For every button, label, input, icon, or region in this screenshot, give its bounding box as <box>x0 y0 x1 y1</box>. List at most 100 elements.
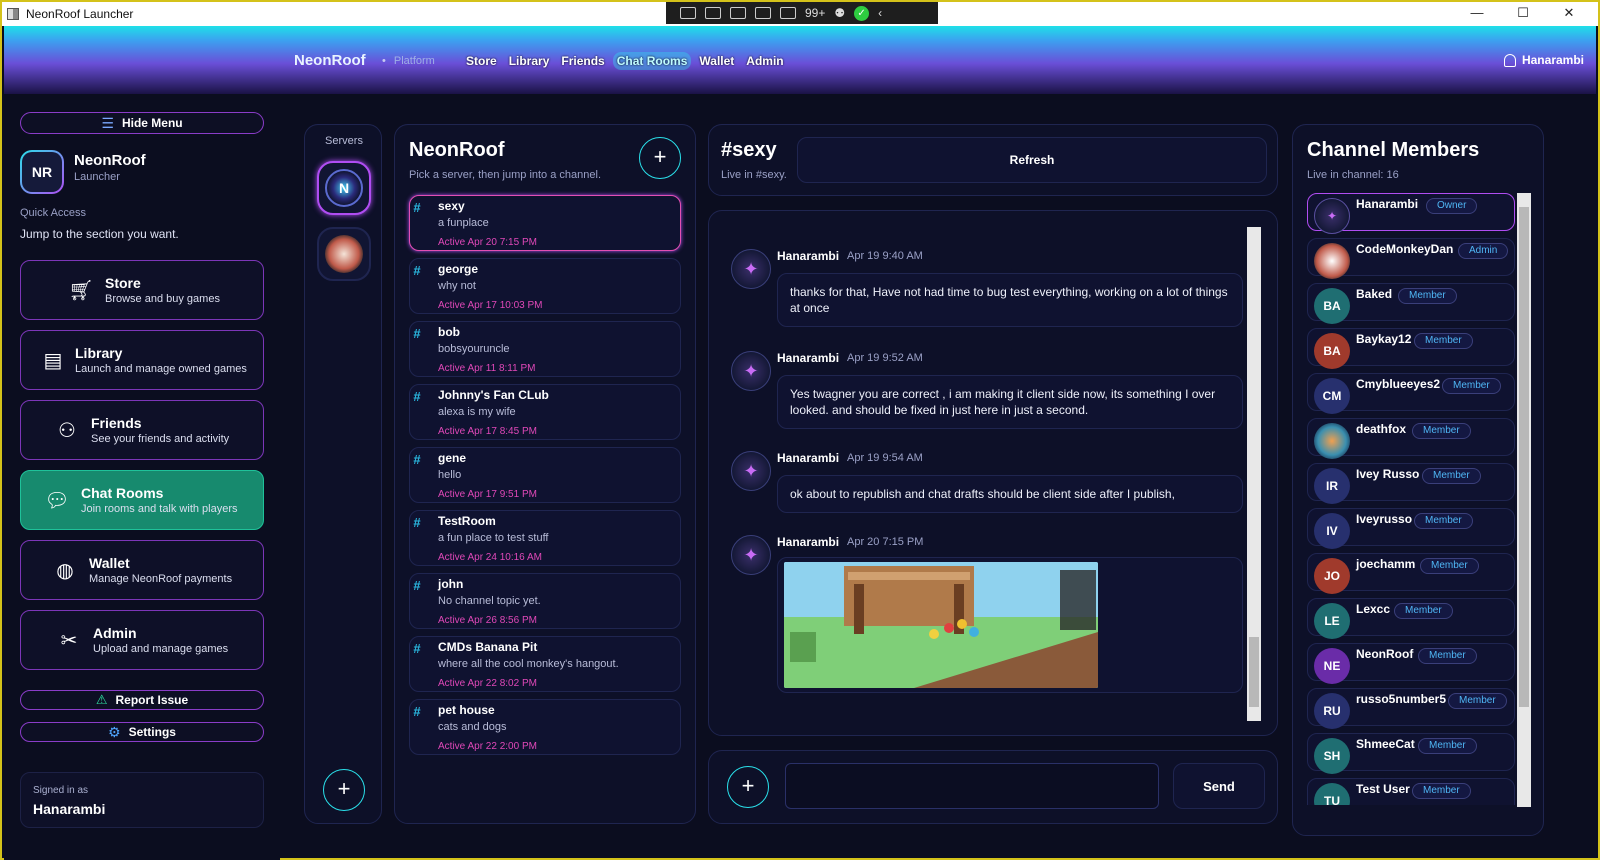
scrollbar-thumb[interactable] <box>1519 207 1529 707</box>
members-scrollbar[interactable] <box>1517 193 1531 807</box>
member-row[interactable]: deathfox Member <box>1307 418 1515 459</box>
author-avatar[interactable]: ✦ <box>731 351 771 391</box>
camera-icon[interactable] <box>705 7 721 19</box>
channel-item[interactable]: # TestRoom a fun place to test stuff Act… <box>409 510 681 566</box>
member-name: joechamm <box>1356 557 1416 571</box>
role-badge: Member <box>1394 603 1453 619</box>
channel-active: Active Apr 26 8:56 PM <box>438 615 537 626</box>
accessibility-icon[interactable]: ⚉ <box>834 6 845 20</box>
nav-chat-rooms[interactable]: Chat Rooms <box>612 52 692 70</box>
screen-icon[interactable] <box>780 7 796 19</box>
author-avatar[interactable]: ✦ <box>731 249 771 289</box>
nav-friends[interactable]: Friends <box>557 52 608 70</box>
member-row[interactable]: IV Iveyrusso Member <box>1307 508 1515 549</box>
channel-item[interactable]: # sexy a funplace Active Apr 20 7:15 PM <box>409 195 681 251</box>
hide-menu-label: Hide Menu <box>121 116 183 130</box>
member-row[interactable]: ✦ Hanarambi Owner <box>1307 193 1515 234</box>
channel-name: gene <box>438 451 467 465</box>
nav-store[interactable]: Store <box>462 52 501 70</box>
member-row[interactable]: JO joechamm Member <box>1307 553 1515 594</box>
author-avatar[interactable]: ✦ <box>731 451 771 491</box>
settings-button[interactable]: ⚙ Settings <box>20 722 264 742</box>
gear-icon: ⚙ <box>108 723 121 740</box>
member-row[interactable]: RU russo5number5 Member <box>1307 688 1515 729</box>
channels-title: NeonRoof <box>409 139 505 161</box>
message-input[interactable] <box>785 763 1159 809</box>
member-avatar: JO <box>1314 558 1350 594</box>
message-author[interactable]: Hanarambi <box>777 351 839 365</box>
channel-item[interactable]: # pet house cats and dogs Active Apr 22 … <box>409 699 681 755</box>
add-server-button[interactable]: + <box>323 769 365 811</box>
nav-admin[interactable]: Admin <box>742 52 787 70</box>
channel-item[interactable]: # Johnny's Fan CLub alexa is my wife Act… <box>409 384 681 440</box>
brand-name[interactable]: NeonRoof <box>294 52 366 69</box>
server-neonroof[interactable]: N <box>317 161 371 215</box>
tray-icon[interactable] <box>680 7 696 19</box>
member-row[interactable]: CodeMonkeyDan Admin <box>1307 238 1515 279</box>
check-icon[interactable]: ✓ <box>854 5 870 21</box>
maximize-button[interactable]: ☐ <box>1500 2 1546 24</box>
channel-item[interactable]: # george why not Active Apr 17 10:03 PM <box>409 258 681 314</box>
member-row[interactable]: LE Lexcc Member <box>1307 598 1515 639</box>
pointer-icon[interactable] <box>730 7 746 19</box>
sidebar-item-title: Admin <box>93 625 137 641</box>
member-row[interactable]: NE NeonRoof Member <box>1307 643 1515 684</box>
sidebar-item-wallet[interactable]: ◍ Wallet Manage NeonRoof payments <box>20 540 264 600</box>
launcher-window: NeonRoof Launcher 99+ ⚉ ✓ ‹ — ☐ ✕ NeonRo… <box>0 0 1600 860</box>
server-monkey[interactable] <box>317 227 371 281</box>
frame-icon[interactable] <box>755 7 771 19</box>
close-button[interactable]: ✕ <box>1546 2 1592 24</box>
member-row[interactable]: BA Baked Member <box>1307 283 1515 324</box>
minimize-button[interactable]: — <box>1454 2 1500 24</box>
member-row[interactable]: BA Baykay12 Member <box>1307 328 1515 369</box>
sidebar-item-chat-rooms[interactable]: 💬︎ Chat Rooms Join rooms and talk with p… <box>20 470 264 530</box>
role-badge: Member <box>1422 468 1481 484</box>
sidebar-item-library[interactable]: ▤ Library Launch and manage owned games <box>20 330 264 390</box>
author-avatar[interactable]: ✦ <box>731 535 771 575</box>
system-tray: 99+ ⚉ ✓ ‹ <box>666 2 938 24</box>
channel-item[interactable]: # gene hello Active Apr 17 9:51 PM <box>409 447 681 503</box>
report-issue-button[interactable]: ⚠ Report Issue <box>20 690 264 710</box>
sidebar-item-admin[interactable]: ✂ Admin Upload and manage games <box>20 610 264 670</box>
add-channel-button[interactable]: + <box>639 137 681 179</box>
attach-button[interactable]: + <box>727 766 769 808</box>
message-author[interactable]: Hanarambi <box>777 535 839 549</box>
member-row[interactable]: IR Ivey Russo Member <box>1307 463 1515 504</box>
notification-badge[interactable]: 99+ <box>805 6 825 20</box>
image-attachment[interactable] <box>777 557 1243 693</box>
nav-wallet[interactable]: Wallet <box>695 52 738 70</box>
send-button[interactable]: Send <box>1173 763 1265 809</box>
channel-item[interactable]: # john No channel topic yet. Active Apr … <box>409 573 681 629</box>
member-row[interactable]: SH ShmeeCat Member <box>1307 733 1515 774</box>
member-row[interactable]: TU Test User Member <box>1307 778 1515 805</box>
message-scrollbar[interactable] <box>1247 227 1261 721</box>
member-row[interactable]: CM Cmyblueeyes2 Member <box>1307 373 1515 414</box>
sidebar-item-title: Wallet <box>89 555 130 571</box>
member-name: CodeMonkeyDan <box>1356 242 1454 256</box>
member-name: deathfox <box>1356 422 1407 436</box>
channel-name: TestRoom <box>438 514 496 528</box>
game-screenshot[interactable] <box>784 562 1098 688</box>
member-avatar: TU <box>1314 783 1350 805</box>
user-menu[interactable]: Hanarambi <box>1503 53 1584 67</box>
nav-library[interactable]: Library <box>505 52 554 70</box>
sidebar-item-store[interactable]: 🛒︎ Store Browse and buy games <box>20 260 264 320</box>
message-time: Apr 19 9:54 AM <box>847 452 923 464</box>
message-author[interactable]: Hanarambi <box>777 451 839 465</box>
chat-subtitle: Live in #sexy. <box>721 169 787 181</box>
channel-active: Active Apr 24 10:16 AM <box>438 552 542 563</box>
member-avatar <box>1314 243 1350 279</box>
channel-item[interactable]: # CMDs Banana Pit where all the cool mon… <box>409 636 681 692</box>
channel-name: bob <box>438 325 460 339</box>
sidebar-item-friends[interactable]: ⚇ Friends See your friends and activity <box>20 400 264 460</box>
scrollbar-thumb[interactable] <box>1249 637 1259 707</box>
refresh-button[interactable]: Refresh <box>797 137 1267 183</box>
hide-menu-button[interactable]: ☰ Hide Menu <box>20 112 264 134</box>
channel-item[interactable]: # bob bobsyouruncle Active Apr 11 8:11 P… <box>409 321 681 377</box>
top-header: NeonRoof Platform Store Library Friends … <box>4 26 1596 94</box>
message-author[interactable]: Hanarambi <box>777 249 839 263</box>
sidebar-item-desc: Manage NeonRoof payments <box>89 573 233 585</box>
chevron-left-icon[interactable]: ‹ <box>878 6 882 20</box>
hash-icon: # <box>413 578 421 593</box>
role-badge: Admin <box>1458 243 1509 259</box>
